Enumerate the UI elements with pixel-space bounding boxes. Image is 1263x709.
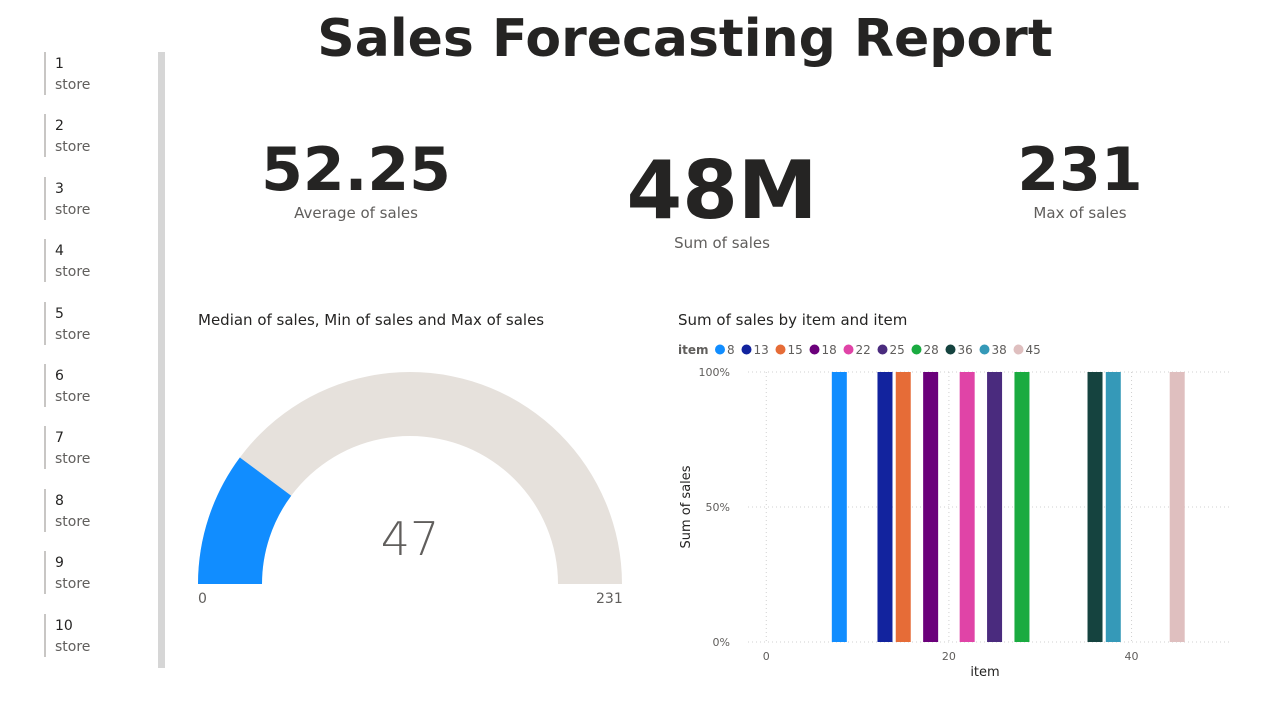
slicer-item-7[interactable]: 7 store — [44, 426, 154, 488]
legend-label-13[interactable]: 13 — [754, 343, 769, 357]
bar-item-45[interactable] — [1169, 372, 1185, 642]
card-value: 52.25 — [261, 135, 451, 205]
bar-item-18[interactable] — [923, 372, 939, 642]
slicer-item-marker — [44, 551, 46, 595]
slicer-item-number: 2 — [55, 118, 64, 135]
slicer-item-marker — [44, 488, 46, 532]
card-value: 231 — [1017, 135, 1143, 205]
card-label: Average of sales — [294, 204, 418, 222]
bar-item-8[interactable] — [831, 372, 847, 642]
slicer-item-marker — [44, 176, 46, 220]
bar-item-25[interactable] — [987, 372, 1003, 642]
legend-marker-15 — [775, 344, 786, 355]
legend-label-38[interactable]: 38 — [992, 343, 1007, 357]
legend-label-28[interactable]: 28 — [924, 343, 939, 357]
x-tick-label: 40 — [1125, 650, 1139, 663]
legend-marker-8 — [715, 344, 725, 355]
slicer-item-number: 9 — [55, 555, 64, 572]
legend-label-25[interactable]: 25 — [890, 343, 905, 357]
x-tick-label: 20 — [942, 650, 956, 663]
slicer-item-number: 3 — [55, 180, 64, 197]
report-title: Sales Forecasting Report — [317, 9, 1053, 69]
bar-item-28[interactable] — [1014, 372, 1030, 642]
slicer-item-label: store — [55, 388, 91, 405]
gauge-max-label: 231 — [596, 591, 623, 607]
average-sales-card: 52.25 Average of sales — [246, 136, 466, 222]
slicer-item-marker — [44, 52, 46, 95]
legend-marker-36 — [945, 344, 956, 355]
gauge-value: 47 — [380, 512, 440, 566]
bar-item-22[interactable] — [959, 372, 975, 642]
slicer-item-1[interactable]: 1 store — [44, 52, 154, 114]
legend-marker-22 — [843, 344, 854, 355]
card-label: Max of sales — [1033, 204, 1127, 222]
legend-label-36[interactable]: 36 — [958, 343, 973, 357]
slicer-item-10[interactable]: 10 store — [44, 613, 154, 676]
x-axis-title: item — [970, 665, 999, 680]
bar-chart: item 8 13 15 18 22 25 28 36 38 45 0% 50% 100% 0 20 40 ite… — [678, 343, 1232, 680]
store-slicer: 1 store 2 store 3 store 4 store 5 store 6 store 7 sto… — [44, 52, 154, 676]
legend-label-22[interactable]: 22 — [856, 343, 871, 357]
y-tick-label: 50% — [706, 501, 730, 514]
slicer-item-number: 1 — [55, 56, 64, 72]
slicer-item-label: store — [55, 576, 91, 593]
x-tick-label: 0 — [763, 650, 770, 663]
slicer-item-label: store — [55, 513, 91, 530]
y-tick-label: 100% — [699, 366, 730, 379]
bar-item-38[interactable] — [1105, 372, 1121, 642]
legend-title: item — [678, 343, 709, 357]
slicer-item-label: store — [55, 638, 91, 655]
slicer-item-label: store — [55, 326, 91, 343]
legend-marker-28 — [911, 344, 922, 355]
legend-marker-13 — [741, 344, 752, 355]
slicer-item-8[interactable]: 8 store — [44, 488, 154, 551]
slicer-item-marker — [44, 426, 46, 470]
legend-marker-38 — [979, 344, 990, 355]
bar-item-15[interactable] — [895, 372, 911, 642]
slicer-item-2[interactable]: 2 store — [44, 114, 154, 176]
slicer-item-label: store — [55, 139, 91, 156]
slicer-item-marker — [44, 613, 46, 657]
slicer-item-3[interactable]: 3 store — [44, 176, 154, 239]
sum-sales-card: 48M Sum of sales — [592, 144, 852, 253]
slicer-item-marker — [44, 363, 46, 407]
slicer-item-marker — [44, 239, 46, 283]
y-tick-label: 0% — [713, 636, 730, 649]
slicer-item-number: 4 — [55, 243, 64, 260]
card-value: 48M — [626, 144, 818, 237]
slicer-scrollbar[interactable] — [158, 52, 165, 668]
legend-marker-25 — [877, 344, 888, 355]
slicer-item-label: store — [55, 201, 91, 218]
slicer-item-number: 7 — [55, 430, 64, 447]
slicer-item-label: store — [55, 451, 91, 468]
gauge-title: Median of sales, Min of sales and Max of… — [198, 311, 545, 329]
legend-marker-18 — [809, 344, 820, 355]
gauge-min-label: 0 — [198, 591, 207, 607]
slicer-item-number: 6 — [55, 367, 64, 384]
legend-label-8[interactable]: 8 — [727, 343, 735, 357]
slicer-item-4[interactable]: 4 store — [44, 239, 154, 301]
y-axis-title: Sum of sales — [679, 465, 694, 548]
slicer-item-9[interactable]: 9 store — [44, 551, 154, 613]
legend-label-18[interactable]: 18 — [822, 343, 837, 357]
slicer-item-label: store — [55, 264, 91, 281]
slicer-item-marker — [44, 114, 46, 158]
slicer-item-marker — [44, 301, 46, 345]
slicer-item-label: store — [55, 77, 91, 93]
slicer-item-5[interactable]: 5 store — [44, 301, 154, 364]
slicer-item-number: 5 — [55, 305, 64, 322]
chart-title: Sum of sales by item and item — [678, 311, 908, 329]
legend-marker-45 — [1013, 344, 1024, 355]
slicer-item-number: 8 — [55, 492, 64, 509]
legend-label-15[interactable]: 15 — [788, 343, 803, 357]
bar-item-13[interactable] — [877, 372, 893, 642]
legend-label-45[interactable]: 45 — [1026, 343, 1041, 357]
slicer-item-number: 10 — [55, 617, 73, 634]
bar-item-36[interactable] — [1087, 372, 1103, 642]
slicer-item-6[interactable]: 6 store — [44, 363, 154, 426]
max-sales-card: 231 Max of sales — [980, 136, 1180, 222]
